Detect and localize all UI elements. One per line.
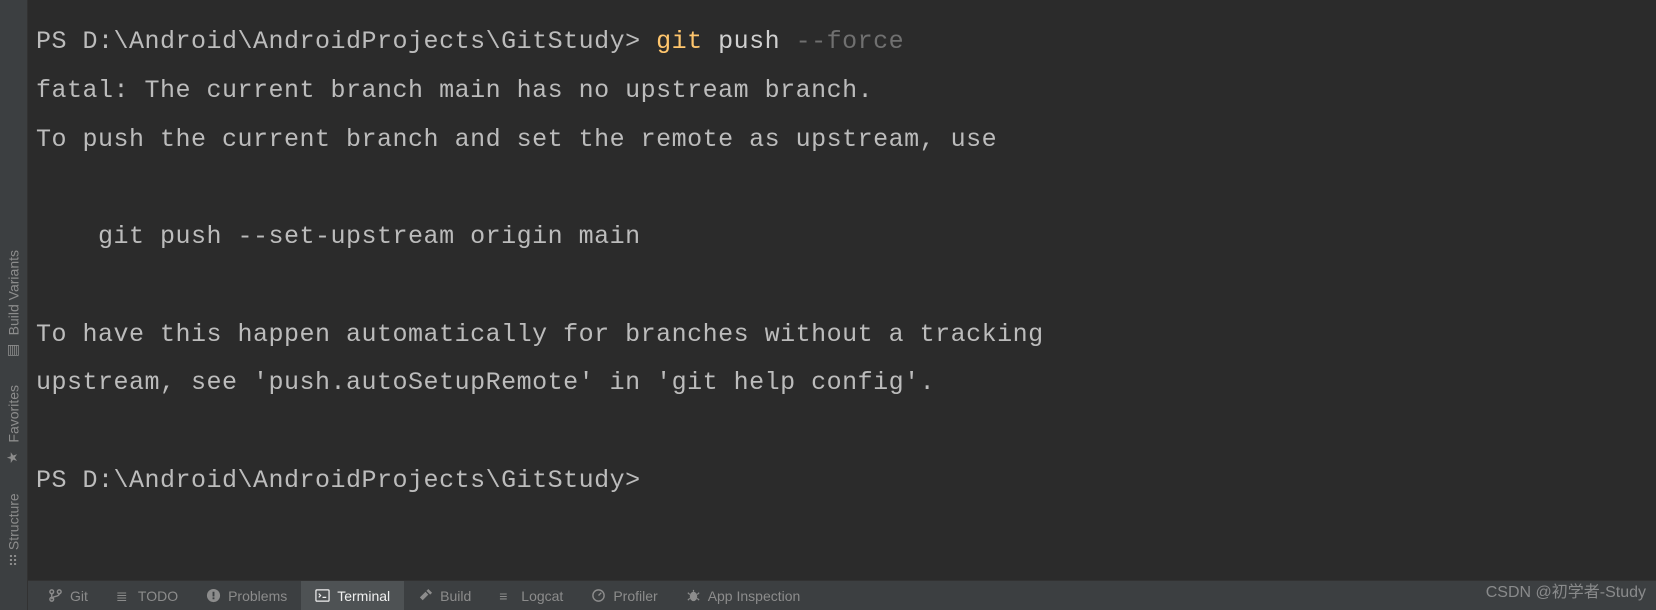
terminal-output[interactable]: PS D:\Android\AndroidProjects\GitStudy> … (28, 0, 1656, 580)
sidebar-tab-build-variants[interactable]: ▤ Build Variants (0, 236, 27, 371)
tool-tab-label: App Inspection (708, 588, 801, 604)
tool-tab-label: Git (70, 588, 88, 604)
left-tool-sidebar: ▤ Build Variants ★ Favorites ⠿ Structure (0, 0, 28, 610)
prompt-text: PS D:\Android\AndroidProjects\GitStudy> (36, 27, 656, 56)
command-flag: --force (796, 27, 905, 56)
tool-tab-label: Logcat (521, 588, 563, 604)
logcat-icon: ≡ (499, 588, 514, 603)
tool-tab-git[interactable]: Git (34, 581, 102, 610)
prompt-text: PS D:\Android\AndroidProjects\GitStudy> (36, 466, 641, 495)
tool-tab-todo[interactable]: ≣ TODO (102, 581, 192, 610)
list-icon: ≣ (116, 588, 131, 603)
output-line: fatal: The current branch main has no up… (36, 76, 873, 105)
sidebar-tab-favorites[interactable]: ★ Favorites (0, 371, 27, 479)
tool-tab-profiler[interactable]: Profiler (577, 581, 671, 610)
warning-icon (206, 588, 221, 603)
command-push: push (703, 27, 796, 56)
hammer-icon (418, 588, 433, 603)
build-variants-icon: ▤ (6, 341, 22, 357)
sidebar-tab-label: Structure (6, 493, 22, 550)
tool-tab-label: Build (440, 588, 471, 604)
sidebar-tab-label: Favorites (6, 385, 22, 443)
command-git: git (656, 27, 703, 56)
terminal-icon (315, 588, 330, 603)
output-line: upstream, see 'push.autoSetupRemote' in … (36, 368, 935, 397)
sidebar-tab-label: Build Variants (6, 250, 22, 335)
tool-tab-build[interactable]: Build (404, 581, 485, 610)
git-branch-icon (48, 588, 63, 603)
profiler-icon (591, 588, 606, 603)
tool-tab-label: Profiler (613, 588, 657, 604)
star-icon: ★ (6, 449, 22, 465)
output-line: To push the current branch and set the r… (36, 125, 997, 154)
sidebar-tab-structure[interactable]: ⠿ Structure (0, 479, 27, 580)
tool-tab-terminal[interactable]: Terminal (301, 581, 404, 610)
bug-icon (686, 588, 701, 603)
output-line: To have this happen automatically for br… (36, 320, 1044, 349)
tool-tab-label: Problems (228, 588, 287, 604)
tool-tab-problems[interactable]: Problems (192, 581, 301, 610)
tool-tab-label: TODO (138, 588, 178, 604)
output-line: git push --set-upstream origin main (36, 222, 641, 251)
tool-tab-label: Terminal (337, 588, 390, 604)
structure-icon: ⠿ (8, 553, 18, 569)
tool-tab-logcat[interactable]: ≡ Logcat (485, 581, 577, 610)
bottom-tool-bar: Git ≣ TODO Problems Terminal Build ≡ Log… (28, 580, 1656, 610)
tool-tab-app-inspection[interactable]: App Inspection (672, 581, 815, 610)
